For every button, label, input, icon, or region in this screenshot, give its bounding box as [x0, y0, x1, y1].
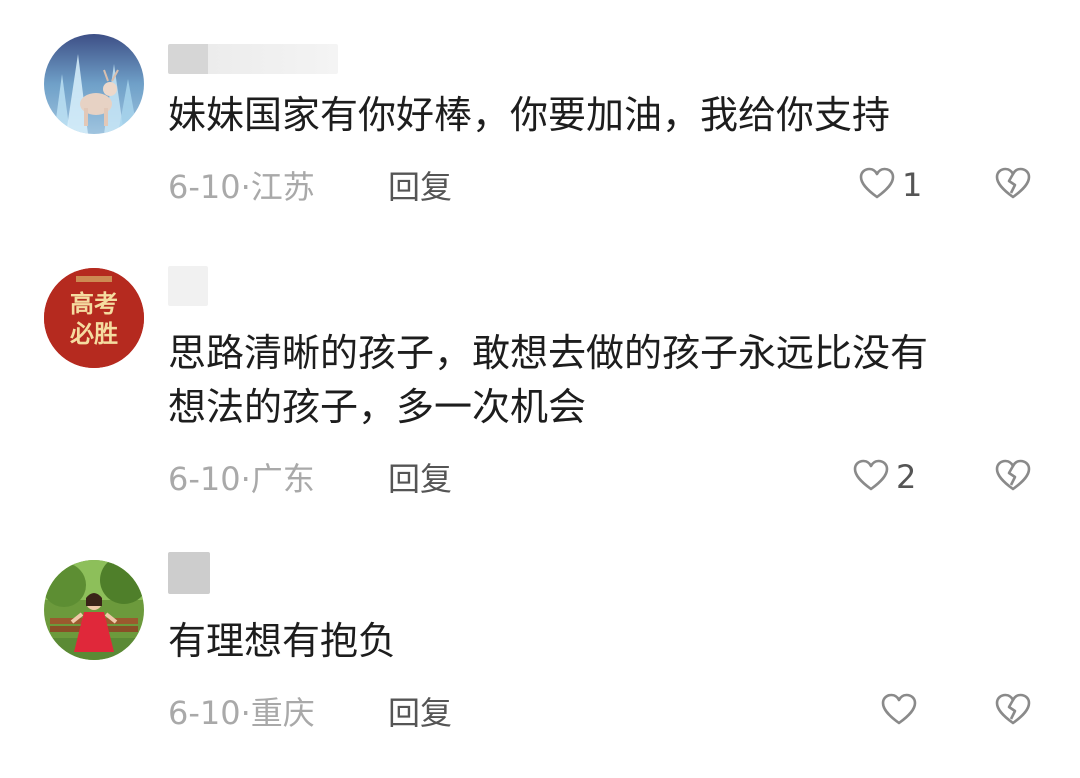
dislike-button[interactable]: [994, 692, 1032, 730]
comment-date: 6-10·: [168, 460, 251, 498]
svg-text:必胜: 必胜: [70, 320, 118, 348]
comment-date: 6-10·: [168, 168, 251, 206]
broken-heart-icon: [994, 693, 1032, 730]
broken-heart-icon: [994, 459, 1032, 496]
comment-item: 妹妹国家有你好棒，你要加油，我给你支持 6-10·江苏 回复 1: [0, 0, 1080, 230]
comment-text: 妹妹国家有你好棒，你要加油，我给你支持: [168, 93, 891, 137]
reply-button[interactable]: 回复: [388, 454, 452, 500]
comment-item: 高考 必胜 思路清晰的孩子，敢想去做的孩子永远比没有 想法的孩子，多一次机会 6…: [0, 230, 1080, 530]
comment-location: 江苏: [250, 168, 315, 206]
dislike-button[interactable]: [994, 166, 1032, 204]
comment-location: 重庆: [250, 694, 315, 732]
avatar[interactable]: [44, 560, 144, 660]
like-button[interactable]: [880, 692, 924, 730]
like-button[interactable]: 1: [858, 166, 922, 204]
heart-icon: [880, 692, 918, 730]
like-count: 2: [896, 458, 917, 496]
broken-heart-icon: [994, 167, 1032, 204]
comment-meta: 6-10·江苏: [168, 162, 315, 208]
username-redacted[interactable]: [168, 266, 208, 306]
comment-meta: 6-10·广东: [168, 454, 315, 500]
comment-text: 有理想有抱负: [168, 619, 397, 663]
username-redacted[interactable]: [168, 44, 338, 74]
dislike-button[interactable]: [994, 458, 1032, 496]
comment-meta: 6-10·重庆: [168, 688, 315, 734]
reply-button[interactable]: 回复: [388, 688, 452, 734]
heart-icon: [852, 458, 890, 496]
username-redacted[interactable]: [168, 552, 210, 594]
like-button[interactable]: 2: [852, 458, 916, 496]
svg-text:高考: 高考: [70, 290, 118, 318]
avatar[interactable]: [44, 34, 144, 134]
comment-date: 6-10·: [168, 694, 251, 732]
comment-item: 有理想有抱负 6-10·重庆 回复: [0, 530, 1080, 778]
avatar[interactable]: 高考 必胜: [44, 268, 144, 368]
comment-location: 广东: [250, 460, 315, 498]
reply-button[interactable]: 回复: [388, 162, 452, 208]
heart-icon: [858, 166, 896, 204]
comment-text: 思路清晰的孩子，敢想去做的孩子永远比没有 想法的孩子，多一次机会: [168, 331, 929, 429]
like-count: 1: [902, 166, 923, 204]
